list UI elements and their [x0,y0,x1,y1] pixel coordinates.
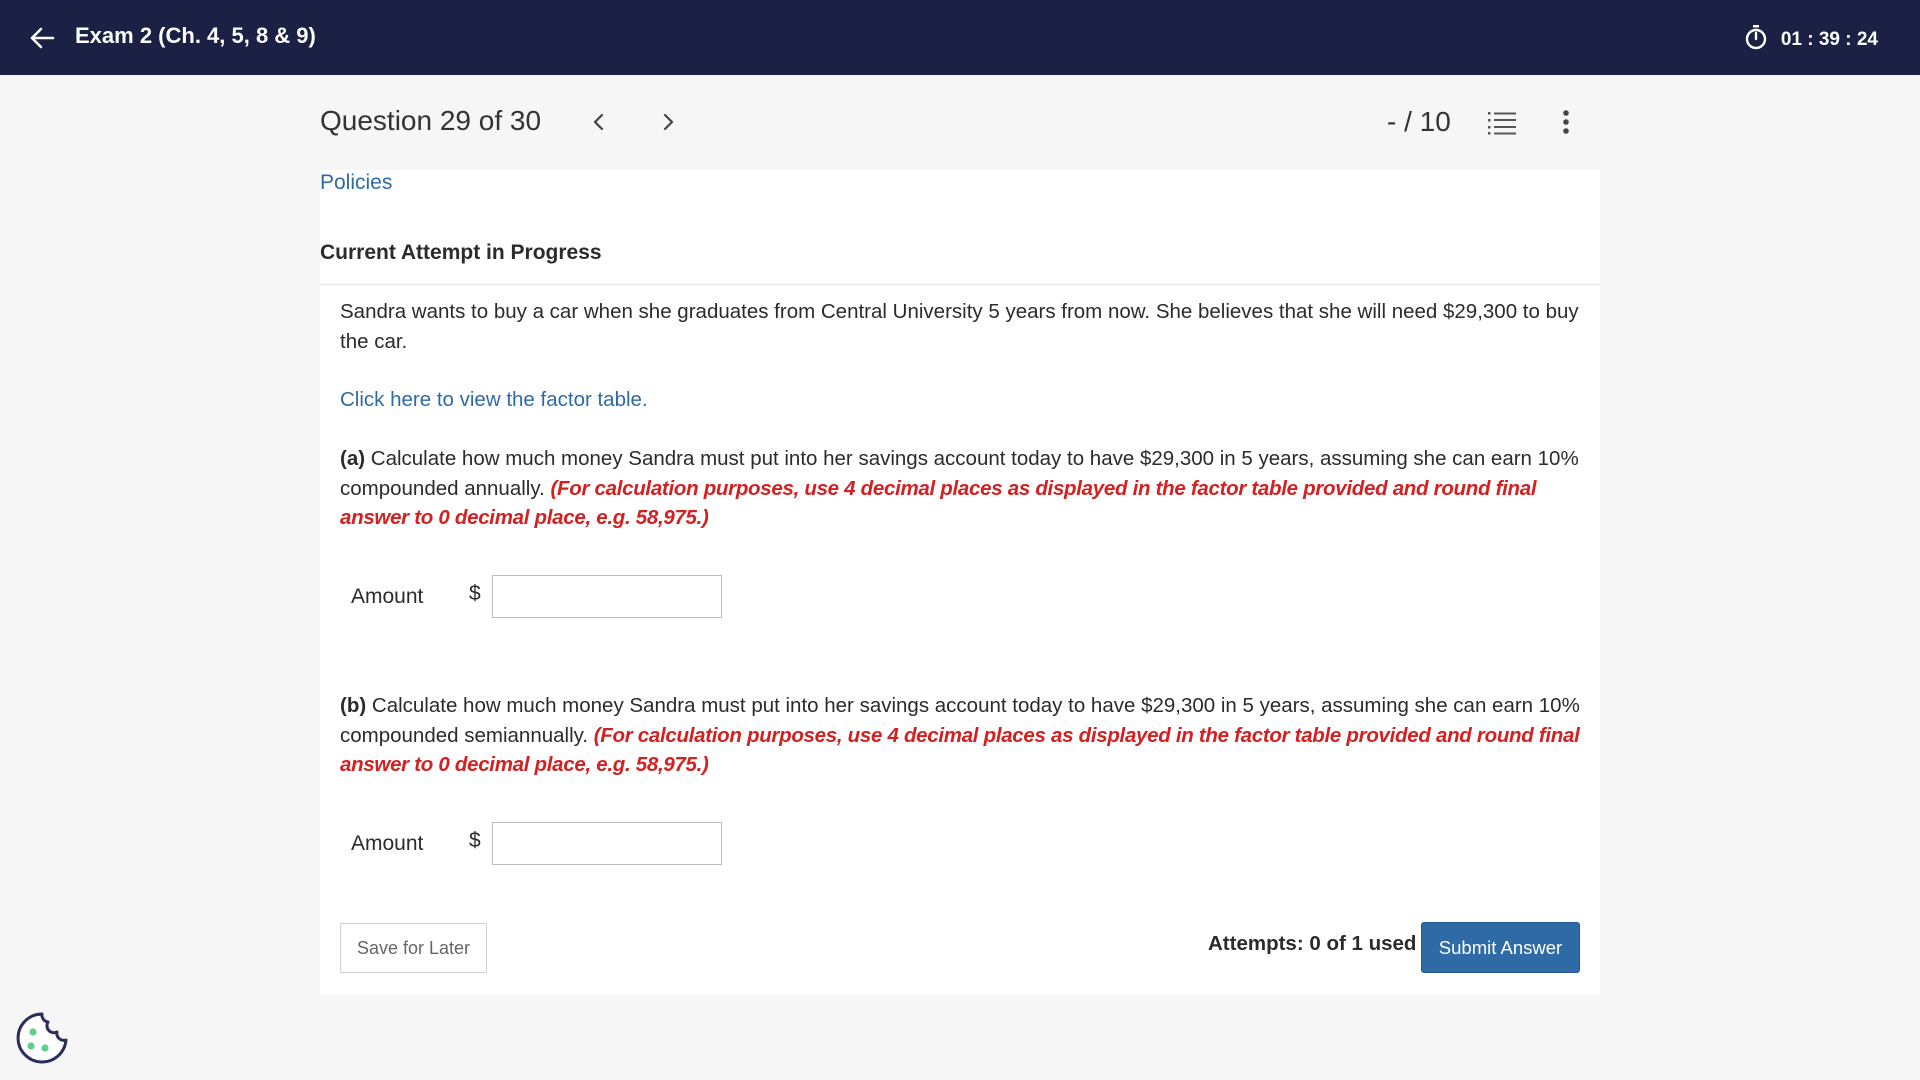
part-b-amount-label: Amount [351,832,424,855]
chevron-right-icon[interactable] [654,108,682,136]
timer-text: 01 : 39 : 24 [1780,29,1878,50]
part-b-label: (b) [340,694,367,717]
part-a-amount-input[interactable] [492,575,722,618]
timer: 01 : 39 : 24 [1745,24,1878,56]
policies-link[interactable]: Policies [320,171,392,195]
attempts-counter: Attempts: 0 of 1 used [1208,932,1417,955]
arrow-left-icon[interactable] [28,24,56,52]
more-vertical-icon[interactable] [1556,108,1576,138]
save-for-later-button[interactable]: Save for Later [340,923,487,973]
attempt-heading: Current Attempt in Progress [320,241,602,264]
top-bar: Exam 2 (Ch. 4, 5, 8 & 9) 01 : 39 : 24 [0,0,1920,75]
part-b-currency: $ [469,829,481,852]
numbered-list-icon[interactable] [1488,110,1516,136]
part-a-label: (a) [340,447,366,470]
question-score: - / 10 [1387,106,1451,137]
submit-answer-button[interactable]: Submit Answer [1421,922,1580,973]
factor-table-link[interactable]: Click here to view the factor table. [340,388,648,411]
chevron-left-icon[interactable] [585,108,613,136]
part-a-currency: $ [469,582,481,605]
question-intro: Sandra wants to buy a car when she gradu… [340,300,1579,353]
part-b-amount-input[interactable] [492,822,722,865]
divider [320,284,1600,285]
part-a-text: (a) Calculate how much money Sandra must… [340,444,1580,533]
exam-title: Exam 2 (Ch. 4, 5, 8 & 9) [75,23,316,48]
stopwatch-icon [1745,24,1767,56]
part-b-text: (b) Calculate how much money Sandra must… [340,691,1580,780]
question-title: Question 29 of 30 [320,105,542,136]
cookie-icon[interactable] [14,1010,70,1066]
part-a-amount-label: Amount [351,585,424,608]
